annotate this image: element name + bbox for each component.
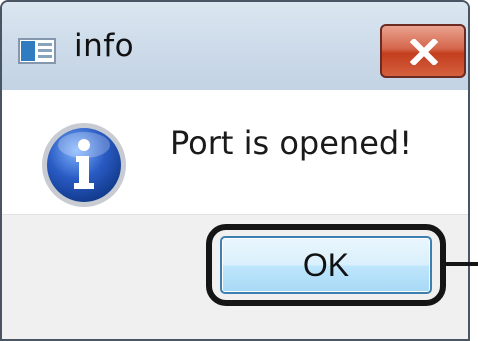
- ok-button[interactable]: OK: [220, 236, 432, 294]
- close-x-icon: [410, 39, 438, 65]
- window-title: info: [74, 28, 135, 64]
- info-dialog: info Port is opened! OK: [0, 0, 470, 341]
- application-window-icon: [18, 38, 56, 64]
- information-icon: [42, 123, 126, 207]
- close-button[interactable]: [380, 24, 466, 78]
- message-text: Port is opened!: [170, 124, 413, 162]
- callout-pointer-line: [444, 262, 478, 266]
- title-bar[interactable]: info: [2, 2, 468, 90]
